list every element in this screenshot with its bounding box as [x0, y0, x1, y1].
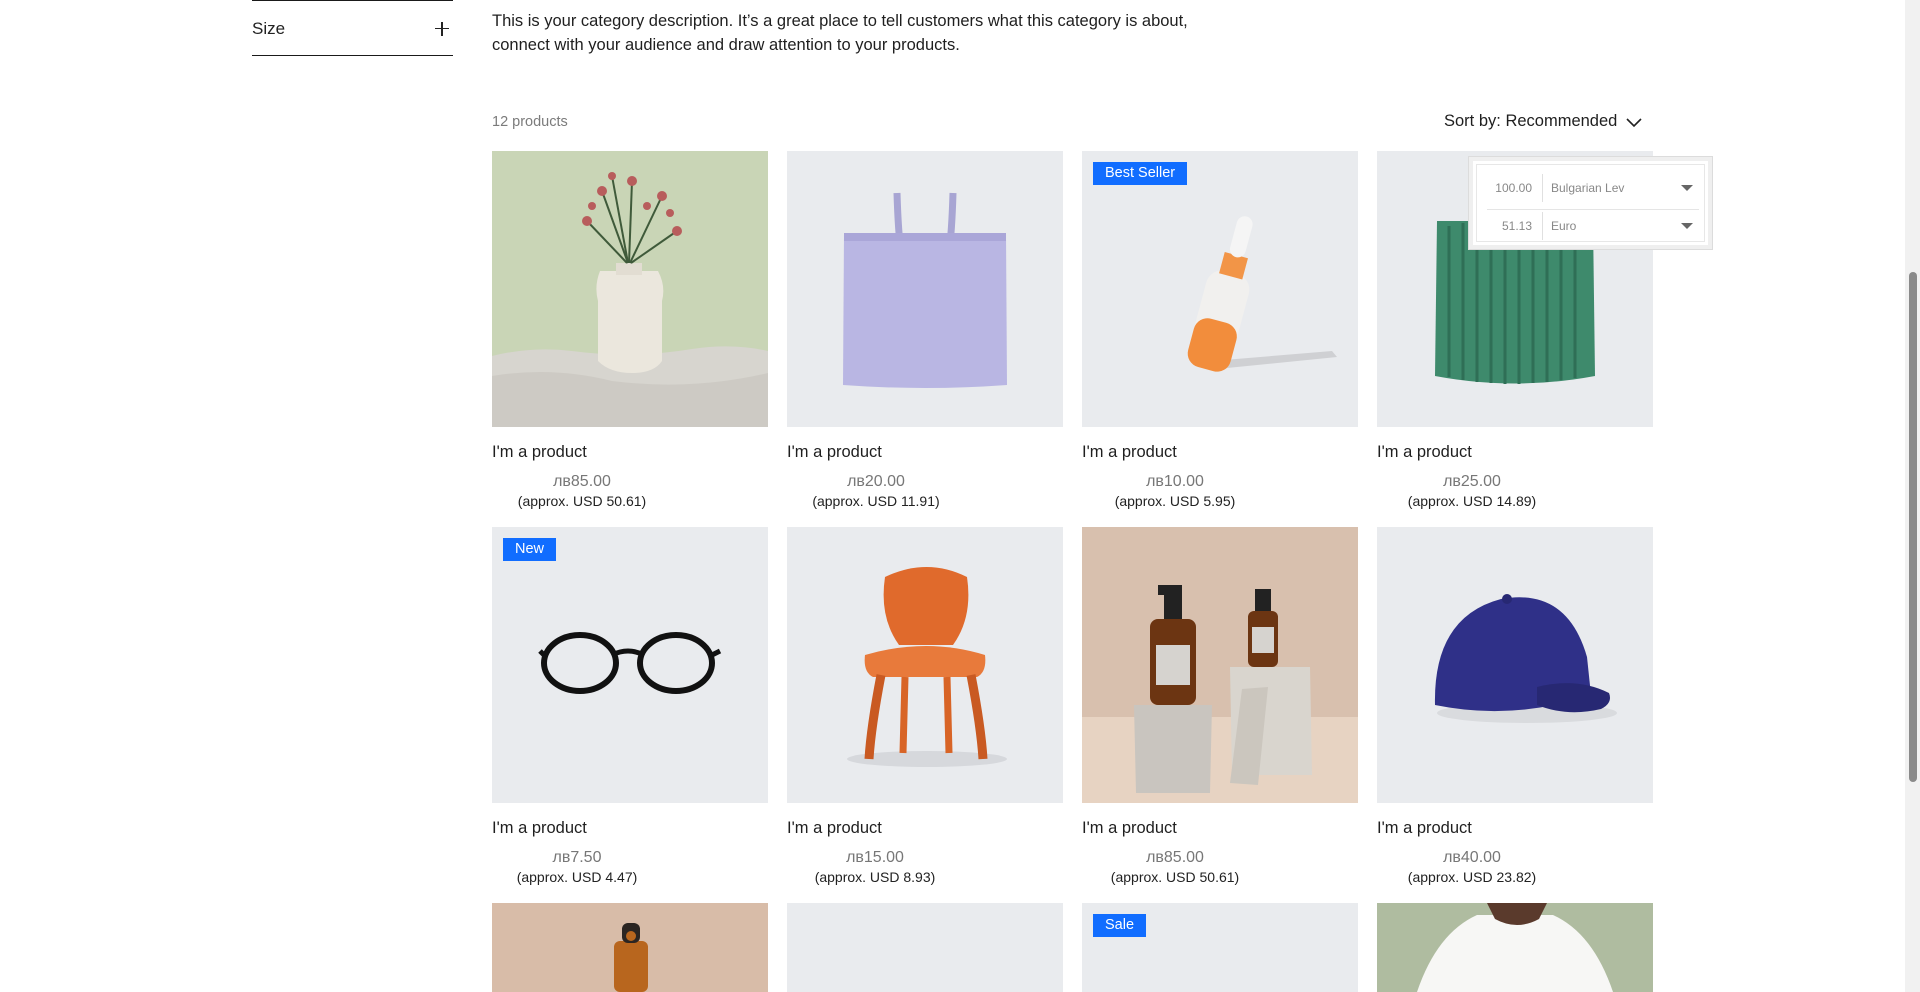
product-name[interactable]: I'm a product — [1082, 443, 1177, 462]
divider — [252, 55, 453, 56]
product-approx-price: (approx. USD 4.47) — [516, 869, 638, 885]
product-price: лв85.00 — [553, 473, 611, 490]
product-image-serum[interactable]: Best Seller — [1082, 151, 1358, 427]
converter-panel: 100.00 Bulgarian Lev 51.13 Euro — [1476, 164, 1705, 242]
sort-label: Sort by: Recommended — [1444, 112, 1618, 130]
converter-row-source[interactable]: 100.00 Bulgarian Lev — [1487, 174, 1699, 202]
scrollbar-thumb[interactable] — [1909, 272, 1917, 782]
product-approx-price: (approx. USD 50.61) — [517, 493, 647, 509]
product-image[interactable]: Sale — [1082, 903, 1358, 992]
product-image-bottle[interactable] — [492, 903, 768, 992]
chevron-down-icon — [1626, 117, 1642, 127]
product-image-chair[interactable] — [787, 527, 1063, 803]
product-name[interactable]: I'm a product — [492, 443, 587, 462]
product-price: лв7.50 — [552, 849, 602, 866]
product-name[interactable]: I'm a product — [787, 819, 882, 838]
product-image-cap[interactable] — [1377, 527, 1653, 803]
product-price: лв40.00 — [1443, 849, 1501, 866]
product-image[interactable] — [787, 903, 1063, 992]
product-name[interactable]: I'm a product — [1377, 819, 1472, 838]
product-approx-price: (approx. USD 5.95) — [1114, 493, 1236, 509]
dropdown-arrow-icon[interactable] — [1681, 223, 1693, 229]
product-price: лв25.00 — [1443, 473, 1501, 490]
product-image-tshirt[interactable] — [1377, 903, 1653, 992]
product-name[interactable]: I'm a product — [492, 819, 587, 838]
plus-icon — [435, 21, 449, 36]
product-image-tote[interactable] — [787, 151, 1063, 427]
product-approx-price: (approx. USD 23.82) — [1407, 869, 1537, 885]
converter-currency-select[interactable]: Bulgarian Lev — [1543, 181, 1681, 195]
converter-row-target[interactable]: 51.13 Euro — [1487, 212, 1699, 240]
product-approx-price: (approx. USD 14.89) — [1407, 493, 1537, 509]
product-badge: Best Seller — [1093, 162, 1188, 185]
currency-converter: 100.00 Bulgarian Lev 51.13 Euro — [1468, 156, 1713, 250]
product-badge: New — [503, 538, 557, 561]
product-name[interactable]: I'm a product — [1082, 819, 1177, 838]
sort-dropdown[interactable]: Sort by: Recommended — [1444, 112, 1643, 131]
product-price: лв85.00 — [1146, 849, 1204, 866]
converter-amount[interactable]: 100.00 — [1487, 174, 1543, 202]
product-name[interactable]: I'm a product — [787, 443, 882, 462]
size-filter-toggle[interactable]: Size — [252, 1, 453, 56]
product-image-vase[interactable] — [492, 151, 768, 427]
category-page: Size This is your category description. … — [0, 0, 1920, 992]
product-approx-price: (approx. USD 50.61) — [1110, 869, 1240, 885]
category-description: This is your category description. It’s … — [492, 12, 1188, 54]
product-badge: Sale — [1093, 914, 1147, 937]
product-name[interactable]: I'm a product — [1377, 443, 1472, 462]
divider — [1487, 209, 1699, 210]
converter-currency-select[interactable]: Euro — [1543, 219, 1681, 233]
product-price: лв15.00 — [846, 849, 904, 866]
product-approx-price: (approx. USD 11.91) — [812, 493, 940, 509]
product-price: лв10.00 — [1146, 473, 1204, 490]
size-filter-label: Size — [252, 18, 286, 38]
product-image-glasses[interactable]: New — [492, 527, 768, 803]
converter-amount[interactable]: 51.13 — [1487, 212, 1543, 240]
product-image-bottles[interactable] — [1082, 527, 1358, 803]
product-approx-price: (approx. USD 8.93) — [814, 869, 936, 885]
product-price: лв20.00 — [847, 473, 905, 490]
dropdown-arrow-icon[interactable] — [1681, 185, 1693, 191]
product-count: 12 products — [492, 114, 568, 130]
